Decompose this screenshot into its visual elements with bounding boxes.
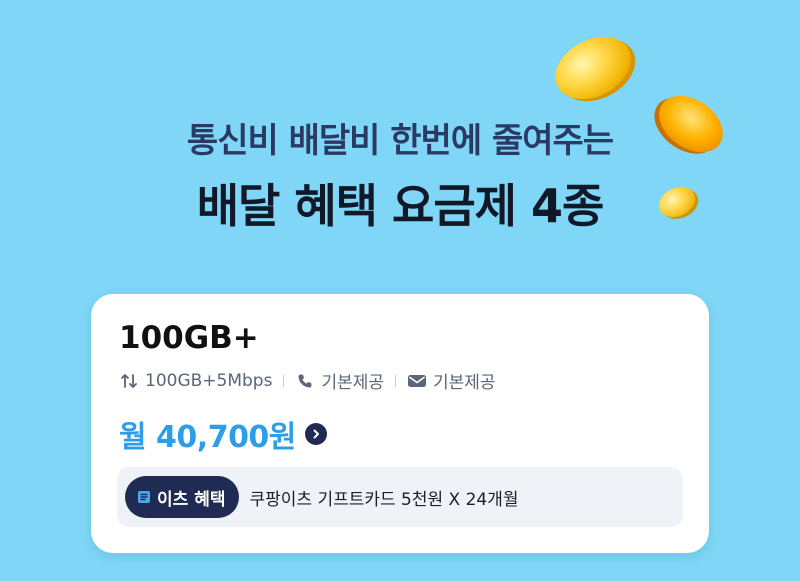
voice-spec: 기본제공 (321, 373, 385, 393)
plan-specs: 100GB+5Mbps 기본제공 기본제공 (119, 368, 496, 393)
ticket-icon (137, 490, 151, 504)
plan-card[interactable]: 100GB+ 100GB+5Mbps 기본제공 기본제공 월 40,700원 이… (91, 294, 709, 553)
data-arrows-icon (119, 371, 139, 391)
divider (283, 374, 285, 387)
price-row[interactable]: 월 40,700원 (119, 412, 327, 456)
phone-icon (295, 371, 315, 391)
coin-icon (544, 24, 642, 112)
benefit-badge: 이츠 혜택 (125, 476, 240, 518)
plan-price: 월 40,700원 (119, 420, 296, 455)
benefit-box: 이츠 혜택 쿠팡이츠 기프트카드 5천원 X 24개월 (117, 467, 683, 527)
data-spec: 100GB+5Mbps (145, 370, 273, 391)
sms-spec: 기본제공 (433, 373, 496, 393)
banner-subtitle: 통신비 배달비 한번에 줄여주는 (186, 121, 614, 161)
plan-name: 100GB+ (119, 320, 259, 356)
benefit-text: 쿠팡이츠 기프트카드 5천원 X 24개월 (249, 489, 519, 510)
benefit-badge-label: 이츠 혜택 (157, 489, 226, 510)
divider (395, 374, 397, 387)
chevron-right-icon[interactable] (304, 423, 327, 445)
banner-title: 배달 혜택 요금제 4종 (196, 179, 605, 233)
mail-icon (407, 371, 427, 391)
